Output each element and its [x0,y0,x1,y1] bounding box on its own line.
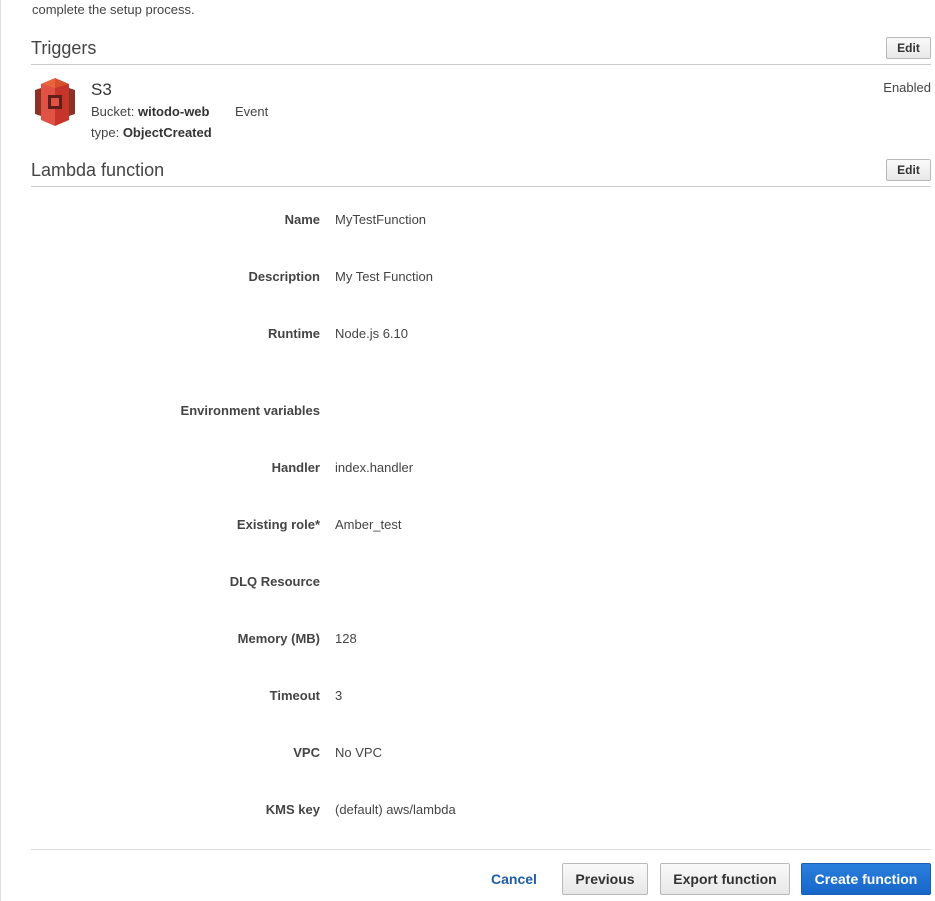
field-value: Node.js 6.10 [335,326,408,341]
field-row-vpc: VPC No VPC [0,745,935,765]
field-row-name: Name MyTestFunction [0,212,935,232]
lambda-edit-button[interactable]: Edit [886,159,931,181]
field-value: My Test Function [335,269,434,284]
field-label: VPC [293,745,320,760]
field-label: Runtime [268,326,320,341]
field-row-environment-variables: Environment variables [0,403,935,423]
field-value: MyTestFunction [335,212,427,227]
trigger-type: type: ObjectCreated [91,125,212,140]
field-row-dlq-resource: DLQ Resource [0,574,935,594]
field-label: Handler [271,460,320,475]
field-value: 128 [335,631,357,646]
cancel-button[interactable]: Cancel [478,863,550,895]
bucket-value: witodo-web [137,104,210,119]
field-row-kms-key: KMS key (default) aws/lambda [0,802,935,822]
trigger-bucket: Bucket: witodo-web [91,104,209,119]
previous-button[interactable]: Previous [562,863,648,895]
field-row-handler: Handler index.handler [0,460,935,480]
field-row-memory: Memory (MB) 128 [0,631,935,651]
field-row-runtime: Runtime Node.js 6.10 [0,326,935,346]
create-function-button[interactable]: Create function [801,863,931,895]
field-label: Timeout [269,688,320,703]
s3-bucket-icon [35,78,75,126]
type-label: type: [91,125,120,140]
lambda-title: Lambda function [31,160,165,180]
field-value: index.handler [335,460,414,475]
triggers-header: Triggers Edit [31,34,931,65]
field-row-existing-role: Existing role* Amber_test [0,517,935,537]
field-row-description: Description My Test Function [0,269,935,289]
type-value: ObjectCreated [122,125,212,140]
lambda-header: Lambda function Edit [31,156,931,187]
export-function-button[interactable]: Export function [660,863,790,895]
field-row-timeout: Timeout 3 [0,688,935,708]
trigger-event-label: Event [235,104,269,119]
field-label: DLQ Resource [229,574,320,589]
left-border [0,0,1,901]
field-value: 3 [335,688,343,703]
trigger-name: S3 [91,80,112,99]
field-label: Existing role* [236,517,320,532]
field-value: No VPC [335,745,382,760]
field-label: KMS key [265,802,320,817]
field-label: Name [284,212,320,227]
footer-divider [31,849,931,850]
field-label: Memory (MB) [237,631,320,646]
bucket-label: Bucket: [91,104,135,119]
triggers-title: Triggers [31,38,97,58]
trigger-item-s3: S3 Bucket: witodo-web Event type: Object… [31,76,931,146]
review-page: complete the setup process. Triggers Edi… [0,0,935,901]
field-value: Amber_test [335,517,402,532]
triggers-edit-button[interactable]: Edit [886,37,931,59]
field-label: Environment variables [180,403,320,418]
field-value: (default) aws/lambda [335,802,456,817]
intro-text: complete the setup process. [32,2,195,17]
field-label: Description [248,269,320,284]
trigger-status: Enabled [883,80,931,95]
